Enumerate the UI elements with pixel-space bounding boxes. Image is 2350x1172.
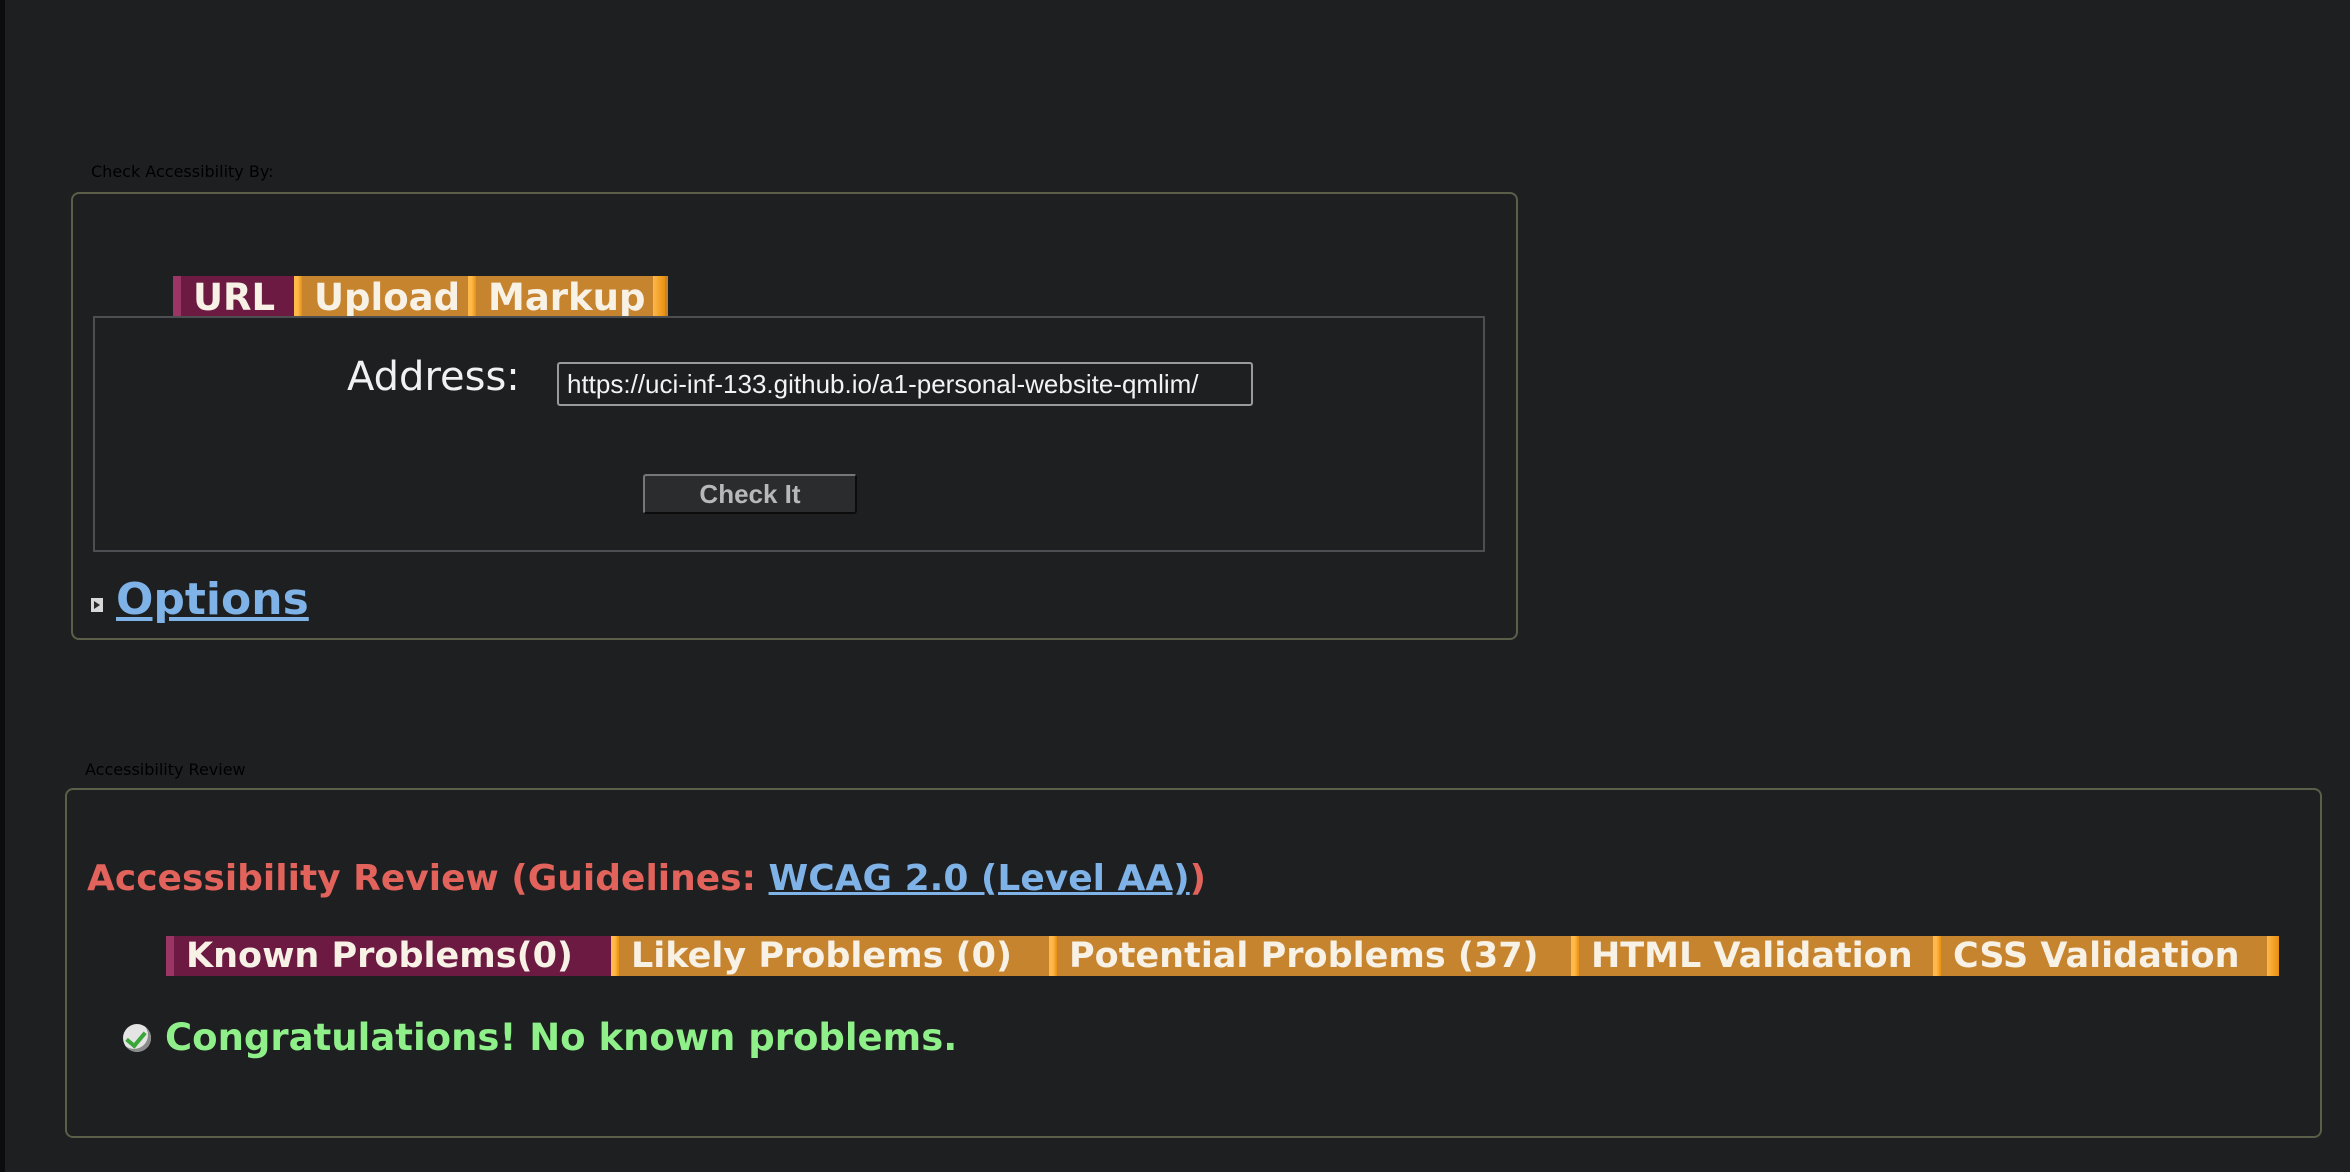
result-message: Congratulations! No known problems.: [165, 1016, 958, 1059]
review-heading-suffix: ): [1189, 858, 1207, 899]
check-accessibility-panel: Check Accessibility By: URL Upload Marku…: [71, 162, 1518, 640]
expand-arrow-icon[interactable]: [91, 598, 103, 612]
tab-css-validation-label: CSS Validation: [1953, 936, 2240, 976]
tab-likely-problems-label: Likely Problems (0): [631, 936, 1012, 976]
checkmark-icon: [123, 1024, 151, 1052]
tab-html-validation[interactable]: HTML Validation: [1571, 936, 1943, 976]
tab-potential-problems-label: Potential Problems (37): [1069, 936, 1539, 976]
tab-url[interactable]: URL: [173, 276, 309, 319]
review-tab-bar-end-cap: [2267, 936, 2279, 976]
review-panel-legend: Accessibility Review: [85, 760, 246, 779]
accessibility-review-panel: Accessibility Review Accessibility Revie…: [65, 760, 2322, 1138]
tab-markup[interactable]: Markup: [468, 276, 668, 319]
tab-bar-end-cap: [653, 276, 665, 316]
check-panel-legend: Check Accessibility By:: [91, 162, 274, 181]
tab-known-problems-label: Known Problems(0): [186, 936, 573, 976]
window-left-edge: [0, 0, 5, 1172]
tab-css-validation[interactable]: CSS Validation: [1933, 936, 2267, 976]
tab-known-problems[interactable]: Known Problems(0): [166, 936, 622, 976]
address-input[interactable]: [557, 362, 1253, 406]
tab-potential-problems[interactable]: Potential Problems (37): [1049, 936, 1577, 976]
url-tab-content: Address: Check It: [93, 316, 1485, 552]
address-label: Address:: [347, 354, 520, 400]
tab-likely-problems[interactable]: Likely Problems (0): [611, 936, 1051, 976]
tab-markup-label: Markup: [488, 276, 646, 319]
review-heading: Accessibility Review (Guidelines: WCAG 2…: [87, 858, 1206, 899]
options-link[interactable]: Options: [116, 574, 309, 625]
tab-html-validation-label: HTML Validation: [1591, 936, 1913, 976]
tab-url-label: URL: [193, 276, 276, 319]
tab-upload-label: Upload: [314, 276, 461, 319]
tab-upload[interactable]: Upload: [294, 276, 484, 319]
check-it-button[interactable]: Check It: [643, 474, 857, 514]
guideline-link[interactable]: WCAG 2.0 (Level AA): [769, 858, 1190, 899]
review-heading-prefix: Accessibility Review (Guidelines:: [87, 858, 769, 899]
